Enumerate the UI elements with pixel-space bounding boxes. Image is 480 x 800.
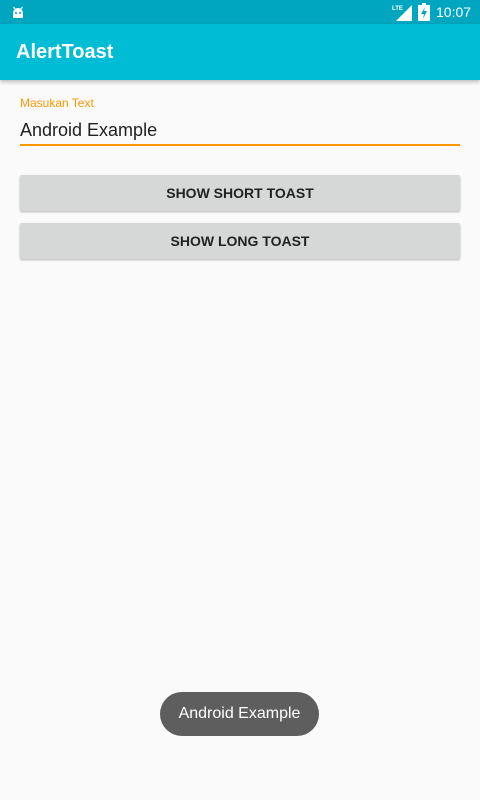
app-title: AlertToast	[16, 41, 114, 63]
app-bar: AlertToast	[0, 24, 480, 80]
show-long-toast-button[interactable]: SHOW LONG TOAST	[20, 223, 460, 259]
svg-text:LTE: LTE	[392, 6, 403, 12]
input-label: Masukan Text	[20, 96, 94, 110]
status-clock: 10:07	[436, 4, 472, 20]
battery-charging-icon	[418, 3, 430, 21]
status-bar: LTE 10:07	[0, 0, 480, 24]
android-notification-icon	[13, 6, 23, 18]
show-short-toast-button[interactable]: SHOW SHORT TOAST	[20, 175, 460, 211]
toast-message: Android Example	[160, 692, 319, 736]
lte-signal-icon: LTE	[392, 5, 412, 21]
text-input[interactable]	[20, 116, 460, 146]
